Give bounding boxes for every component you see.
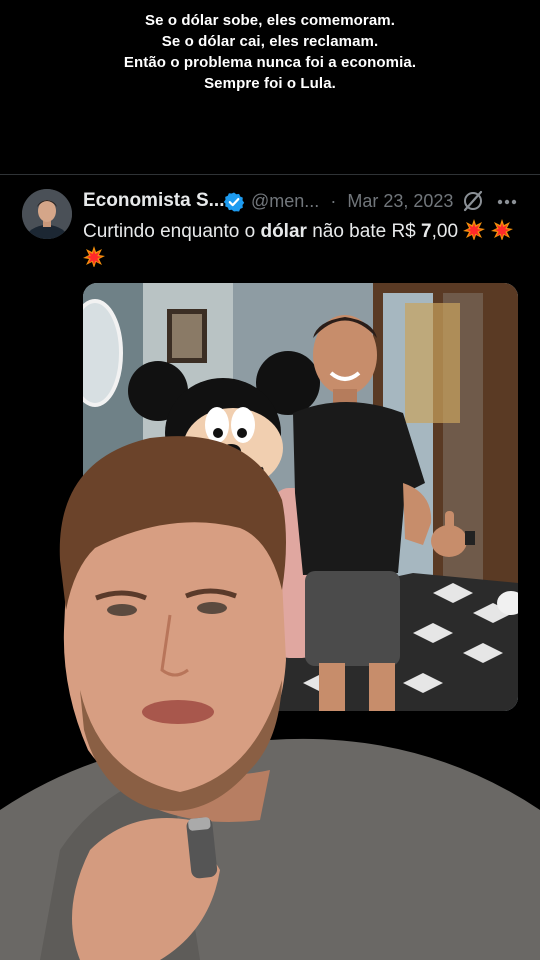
meta-separator: · xyxy=(330,191,337,211)
more-options-icon[interactable] xyxy=(497,199,517,205)
caption-line-3: Então o problema nunca foi a economia. xyxy=(123,54,417,71)
tweet-text-part1: Curtindo enquanto o xyxy=(83,221,261,242)
video-caption: Se o dólar sobe, eles comemoram. Se o dó… xyxy=(0,10,540,94)
author-handle[interactable]: @men... xyxy=(251,191,319,211)
author-avatar[interactable] xyxy=(22,189,72,239)
collision-emoji-icon xyxy=(83,246,105,267)
tweet-text-bold-7: 7 xyxy=(421,221,432,242)
verified-badge-icon xyxy=(223,192,245,212)
caption-line-2: Se o dólar cai, eles reclamam. xyxy=(161,33,379,50)
caption-line-4: Sempre foi o Lula. xyxy=(204,75,336,92)
tweet-text-part2: não bate R$ xyxy=(306,221,422,242)
caption-line-1: Se o dólar sobe, eles comemoram. xyxy=(145,12,395,29)
tweet-text-bold-dolar: dólar xyxy=(260,221,307,242)
tweet-text-part3: ,00 xyxy=(431,221,459,242)
tweet-date[interactable]: Mar 23, 2023 xyxy=(347,191,453,211)
tweet-text: Curtindo enquanto o dólar não bate R$ 7,… xyxy=(83,218,523,272)
tweet-meta: @men... · Mar 23, 2023 xyxy=(251,191,459,212)
collision-emoji-icon xyxy=(463,219,486,240)
creator-camera-overlay xyxy=(0,430,540,960)
tweet-top-border xyxy=(0,174,540,175)
author-name[interactable]: Economista S... xyxy=(83,190,224,212)
grok-icon[interactable] xyxy=(462,190,484,212)
collision-emoji-icon xyxy=(490,219,513,240)
